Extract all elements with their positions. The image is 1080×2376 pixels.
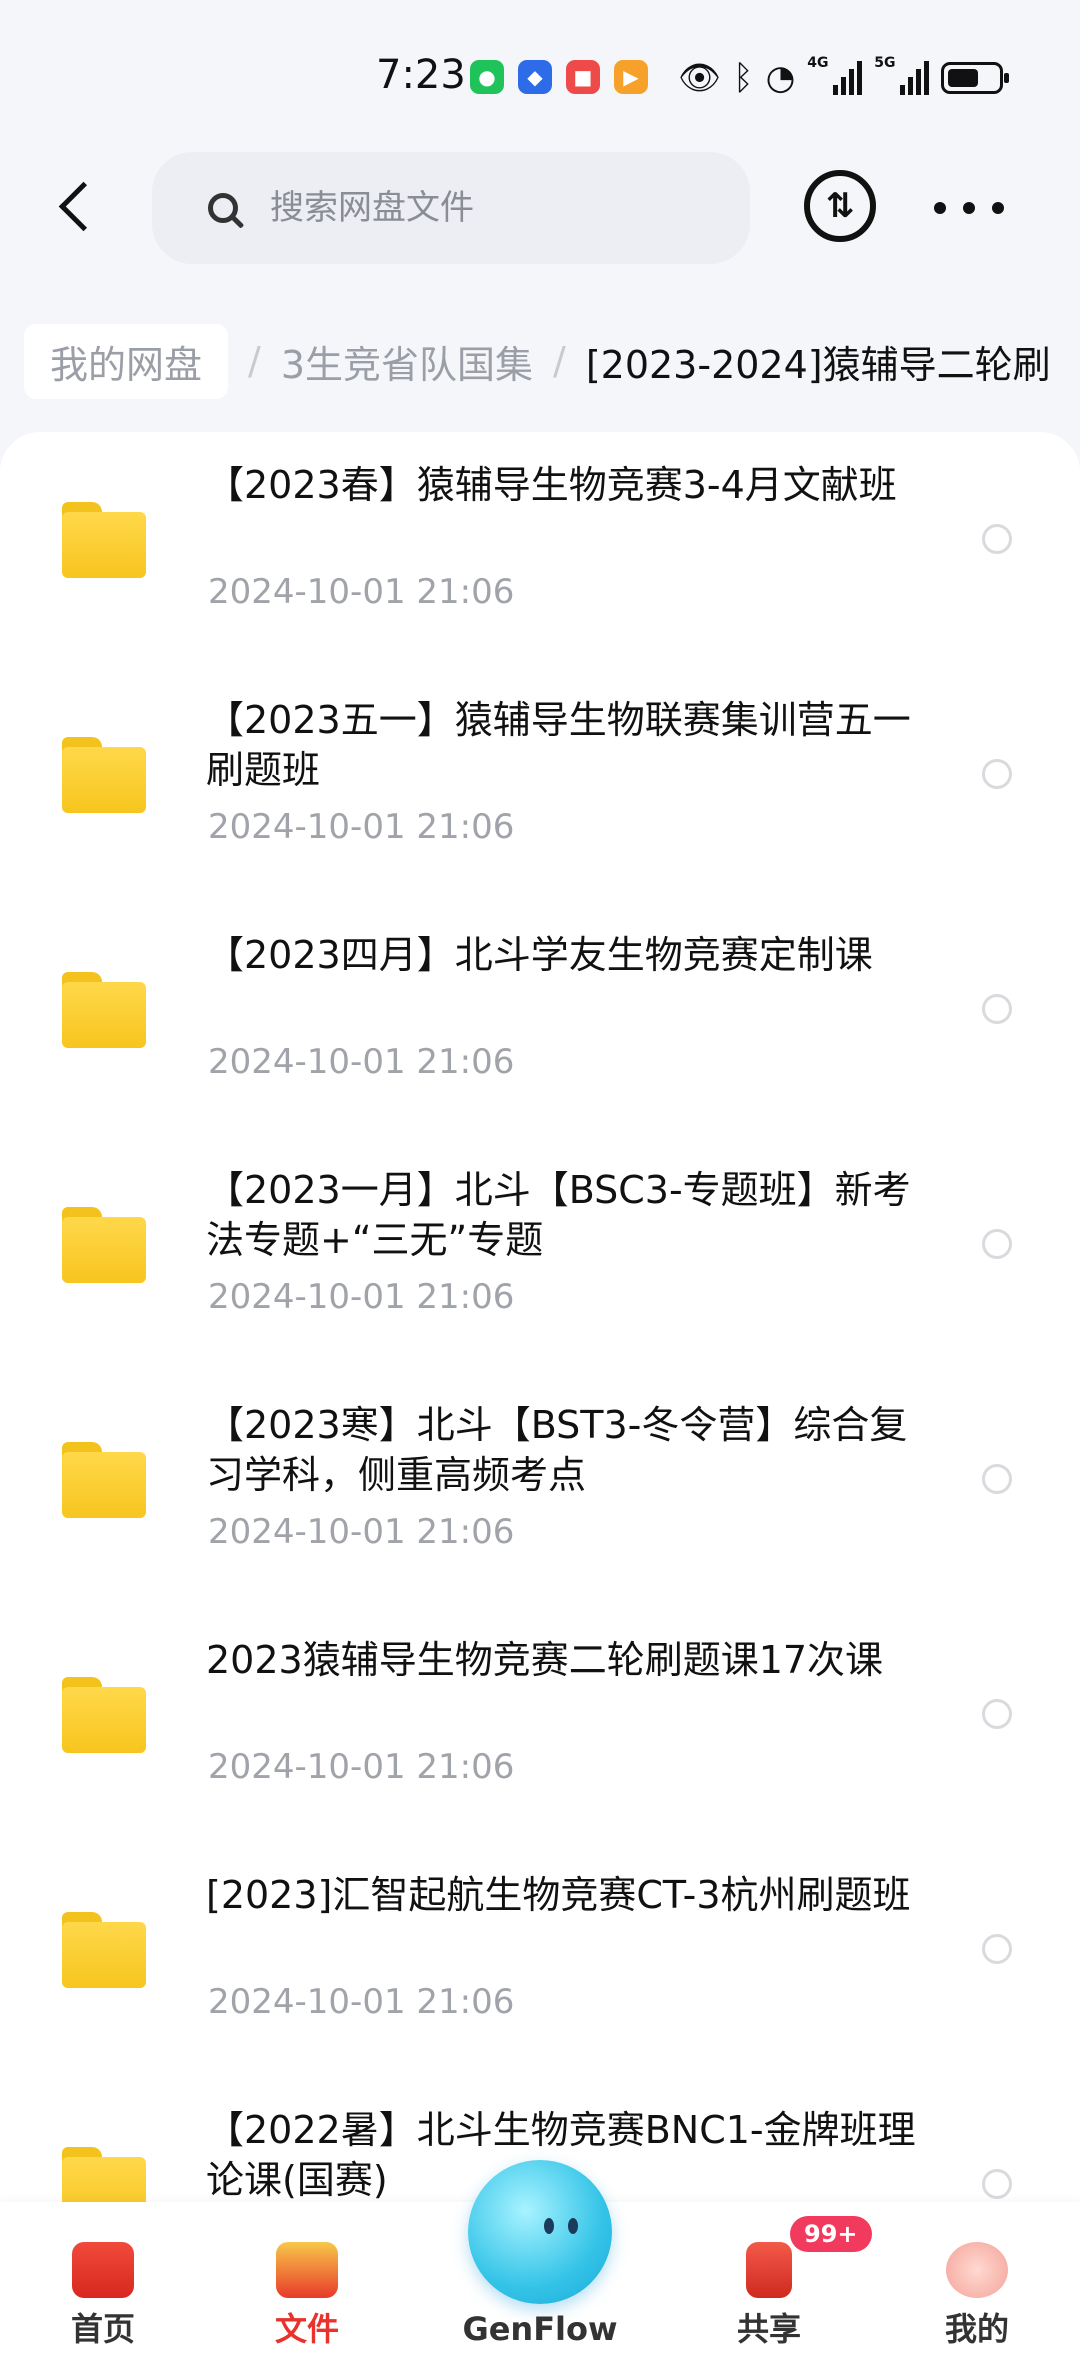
transfer-icon: ⇅ [825, 186, 855, 226]
nav-genflow-label: GenFlow [462, 2310, 618, 2348]
back-button[interactable] [40, 170, 112, 242]
file-row[interactable]: 2023猿辅导生物竞赛二轮刷题课17次课 2024-10-01 21:06 [0, 1607, 1080, 1842]
search-bar[interactable] [152, 152, 750, 264]
file-name: 2023猿辅导生物竞赛二轮刷题课17次课 [206, 1638, 884, 1682]
transfer-button[interactable]: ⇅ [804, 170, 876, 242]
file-name: 【2023寒】北斗【BST3-冬令营】综合复习学科，侧重高频考点 [206, 1403, 908, 1497]
breadcrumb-separator: / [248, 339, 261, 383]
breadcrumb-separator: / [553, 339, 566, 383]
file-row[interactable]: 【2023五一】猿辅导生物联赛集训营五一刷题班 2024-10-01 21:06 [0, 667, 1080, 902]
search-input[interactable] [268, 187, 692, 229]
folder-icon [62, 502, 146, 578]
signal-4g-icon: 4G [807, 55, 863, 95]
bluetooth-icon: ᛒ [733, 58, 754, 98]
share-icon [746, 2242, 792, 2298]
network-label-1: 4G [807, 55, 829, 71]
nav-home[interactable]: 首页 [38, 2242, 168, 2350]
nav-share-label: 共享 [736, 2310, 801, 2348]
folder-icon [62, 2147, 146, 2202]
file-name: 【2023四月】北斗学友生物竞赛定制课 [206, 933, 873, 977]
more-dot-icon [963, 202, 975, 214]
more-dot-icon [992, 202, 1004, 214]
file-list: 【2023春】猿辅导生物竞赛3-4月文献班 2024-10-01 21:06 【… [0, 432, 1080, 2202]
folder-icon [62, 972, 146, 1048]
select-checkbox[interactable] [982, 524, 1012, 554]
folder-icon [62, 737, 146, 813]
breadcrumb-item-parent[interactable]: 3生竞省队国集 [281, 334, 533, 389]
share-badge: 99+ [790, 2216, 872, 2252]
bulb-icon: ◆ [518, 60, 552, 94]
file-row[interactable]: 【2023春】猿辅导生物竞赛3-4月文献班 2024-10-01 21:06 [0, 432, 1080, 667]
signal-5g-icon: 5G [874, 55, 930, 95]
back-arrow-icon [58, 181, 108, 231]
file-date: 2024-10-01 21:06 [208, 572, 515, 612]
folder-icon [62, 1207, 146, 1283]
wechat-icon: ● [470, 60, 504, 94]
home-icon [72, 2242, 134, 2298]
search-icon [208, 193, 238, 223]
nav-home-label: 首页 [70, 2310, 135, 2348]
file-name: 【2023五一】猿辅导生物联赛集训营五一刷题班 [206, 698, 911, 792]
red-app-icon: ■ [566, 60, 600, 94]
file-row[interactable]: [2023]汇智起航生物竞赛CT-3杭州刷题班 2024-10-01 21:06 [0, 1842, 1080, 2077]
folder-icon [62, 1442, 146, 1518]
folder-icon [62, 1912, 146, 1988]
network-label-2: 5G [874, 55, 896, 71]
status-time: 7:23 [376, 52, 466, 98]
select-checkbox[interactable] [982, 1464, 1012, 1494]
file-name: 【2023春】猿辅导生物竞赛3-4月文献班 [206, 463, 897, 507]
nav-files[interactable]: 文件 [242, 2242, 372, 2350]
select-checkbox[interactable] [982, 1229, 1012, 1259]
file-date: 2024-10-01 21:06 [208, 807, 515, 847]
genflow-button[interactable] [468, 2160, 612, 2304]
files-icon [276, 2242, 338, 2298]
file-row[interactable]: 【2023四月】北斗学友生物竞赛定制课 2024-10-01 21:06 [0, 902, 1080, 1137]
file-row[interactable]: 【2023一月】北斗【BSC3-专题班】新考法专题+“三无”专题 2024-10… [0, 1137, 1080, 1372]
file-date: 2024-10-01 21:06 [208, 1512, 515, 1552]
more-dot-icon [934, 202, 946, 214]
genflow-eye-icon [568, 2218, 578, 2234]
file-date: 2024-10-01 21:06 [208, 1277, 515, 1317]
eye-icon: 👁 [678, 58, 722, 98]
select-checkbox[interactable] [982, 994, 1012, 1024]
file-date: 2024-10-01 21:06 [208, 1042, 515, 1082]
profile-icon [946, 2242, 1008, 2298]
more-options-button[interactable] [934, 180, 1004, 236]
battery-icon [941, 62, 1010, 94]
select-checkbox[interactable] [982, 1934, 1012, 1964]
genflow-eye-icon [544, 2218, 554, 2234]
select-checkbox[interactable] [982, 1699, 1012, 1729]
nav-files-label: 文件 [274, 2310, 339, 2348]
file-date: 2024-10-01 21:06 [208, 1982, 515, 2022]
file-row[interactable]: 【2023寒】北斗【BST3-冬令营】综合复习学科，侧重高频考点 2024-10… [0, 1372, 1080, 1607]
status-app-icons: ● ◆ ■ ▶ [470, 60, 648, 94]
select-checkbox[interactable] [982, 2169, 1012, 2199]
file-name: [2023]汇智起航生物竞赛CT-3杭州刷题班 [206, 1873, 911, 1917]
file-date: 2024-10-01 21:06 [208, 1747, 515, 1787]
breadcrumb-item-current: [2023-2024]猿辅导二轮刷 [585, 342, 1051, 387]
wifi-icon: ◔ [765, 58, 796, 98]
nav-mine[interactable]: 我的 [912, 2242, 1042, 2350]
select-checkbox[interactable] [982, 759, 1012, 789]
file-name: 【2023一月】北斗【BSC3-专题班】新考法专题+“三无”专题 [206, 1168, 911, 1262]
status-system-icons: 👁 ᛒ ◔ 4G 5G [678, 55, 1010, 98]
play-icon: ▶ [614, 60, 648, 94]
breadcrumb-item-root[interactable]: 我的网盘 [24, 323, 229, 399]
status-bar: 7:23 ● ◆ ■ ▶ 👁 ᛒ ◔ 4G 5G [0, 0, 1080, 150]
nav-mine-label: 我的 [944, 2310, 1009, 2348]
nav-share[interactable]: 共享 [704, 2242, 834, 2350]
breadcrumb: 我的网盘 / 3生竞省队国集 / [2023-2024]猿辅导二轮刷 [24, 322, 1051, 400]
folder-icon [62, 1677, 146, 1753]
